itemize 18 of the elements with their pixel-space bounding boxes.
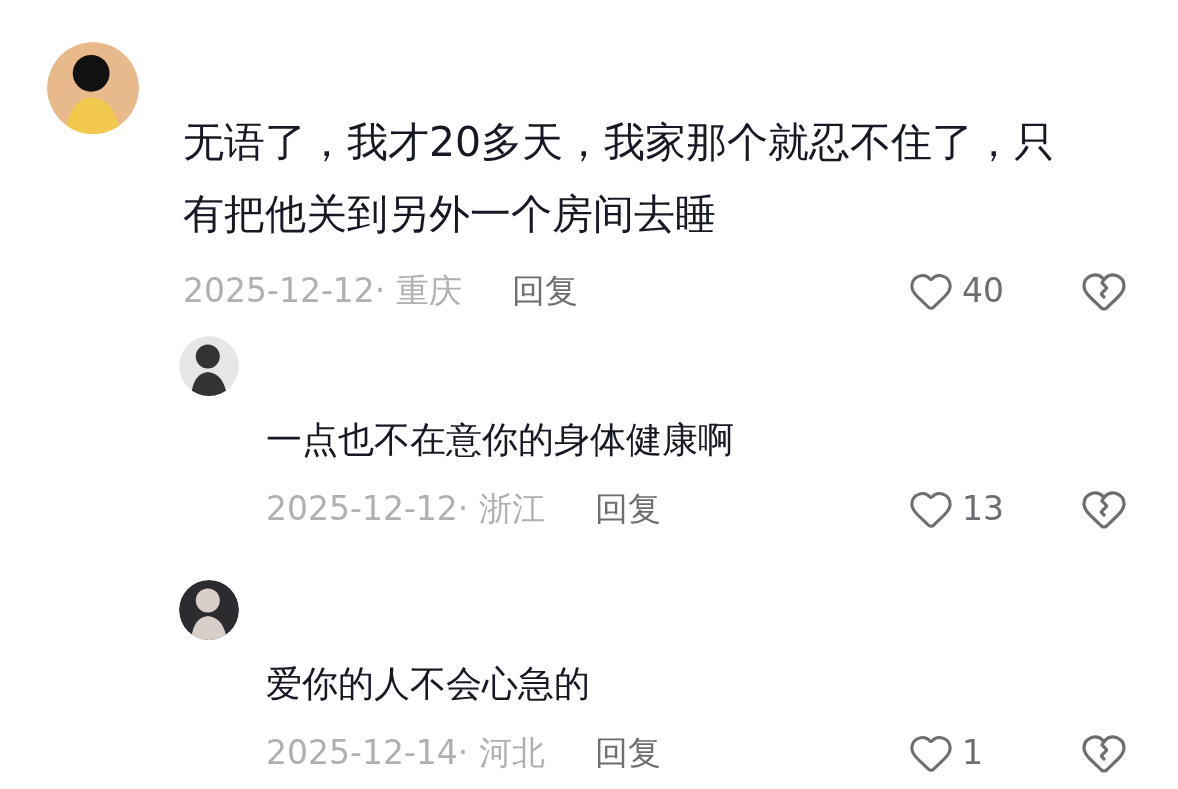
like-count: 40 bbox=[962, 270, 1005, 313]
comment-meta: 2025-12-14· 河北 bbox=[266, 732, 545, 775]
reply-button[interactable]: 回复 bbox=[594, 484, 661, 534]
avatar[interactable] bbox=[179, 336, 239, 396]
comment-text: 一点也不在意你的身体健康啊 bbox=[266, 418, 735, 462]
like-count: 13 bbox=[962, 488, 1005, 531]
like-button[interactable]: 40 bbox=[908, 266, 1010, 316]
avatar[interactable] bbox=[47, 42, 139, 134]
reply-button[interactable]: 回复 bbox=[594, 728, 661, 778]
comment-text: 爱你的人不会心急的 bbox=[266, 662, 591, 706]
comment-meta: 2025-12-12· 重庆 bbox=[183, 270, 462, 313]
like-button[interactable]: 1 bbox=[908, 728, 1010, 778]
comment-meta: 2025-12-12· 浙江 bbox=[266, 488, 545, 531]
like-count: 1 bbox=[962, 732, 984, 775]
avatar[interactable] bbox=[179, 580, 239, 640]
like-button[interactable]: 13 bbox=[908, 484, 1010, 534]
reply-button[interactable]: 回复 bbox=[511, 266, 578, 316]
comment-text: 无语了，我才20多天，我家那个就忍不住了，只有把他关到另外一个房间去睡 bbox=[183, 117, 1057, 240]
